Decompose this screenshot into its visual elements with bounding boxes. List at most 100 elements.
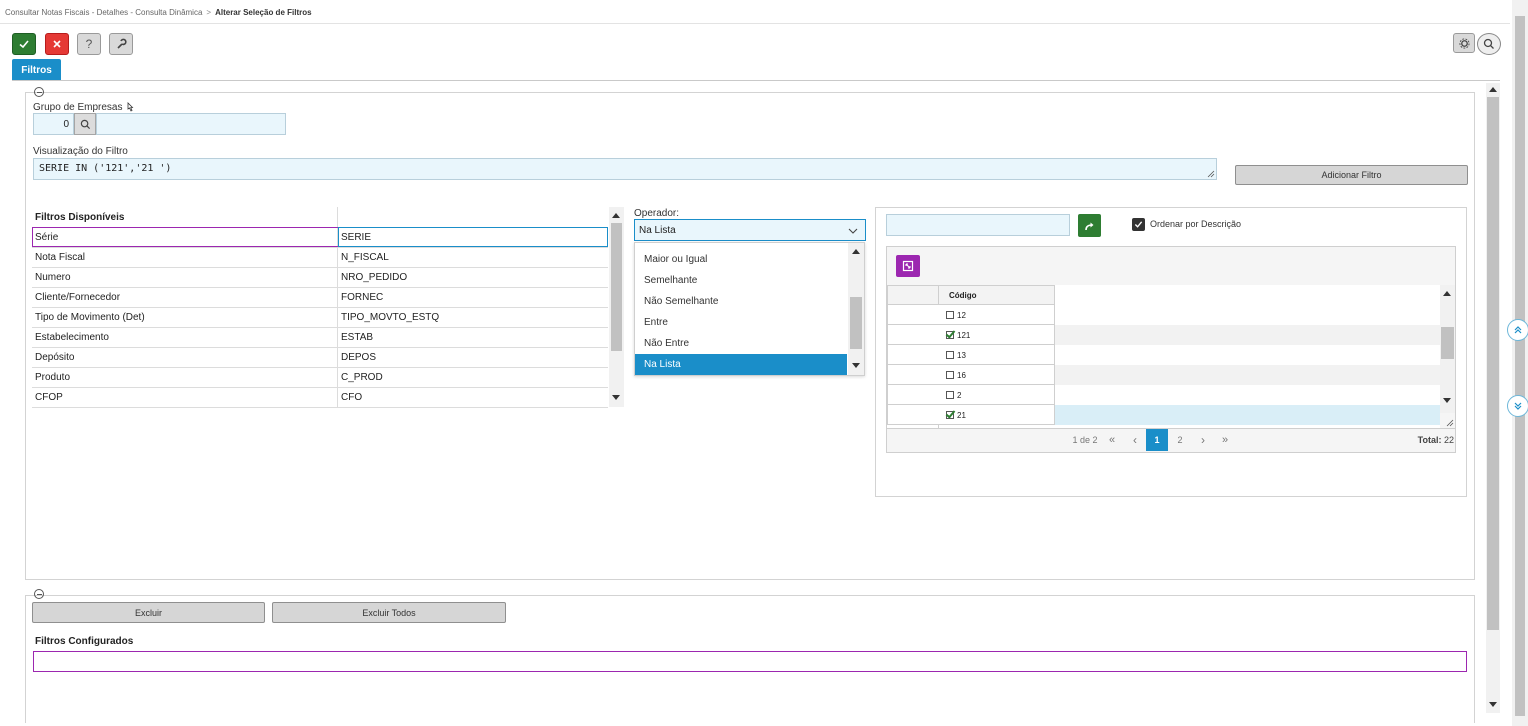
collapse-icon[interactable] (34, 87, 44, 97)
operador-option[interactable]: Entre (635, 312, 847, 333)
row-checkbox[interactable] (946, 311, 954, 319)
tab-filtros[interactable]: Filtros (12, 59, 61, 81)
tab-filtros-label: Filtros (21, 64, 52, 76)
filtro-field-cell: TIPO_MOVTO_ESTQ (341, 311, 440, 323)
filtro-field-cell: C_PROD (341, 371, 383, 383)
codigo-column-header[interactable]: Código (946, 285, 977, 305)
close-icon (53, 40, 61, 48)
scroll-thumb[interactable] (1487, 97, 1499, 630)
operador-selected-value: Na Lista (639, 224, 676, 236)
confirm-button[interactable] (12, 33, 36, 55)
pager-last-button[interactable]: » (1215, 429, 1235, 451)
ordenar-checkbox[interactable] (1132, 218, 1145, 231)
cancel-button[interactable] (45, 33, 69, 55)
collapse-icon[interactable] (34, 589, 44, 599)
scroll-to-bottom-button[interactable] (1507, 395, 1528, 417)
scroll-down-icon[interactable] (1443, 398, 1451, 403)
help-button[interactable]: ? (77, 33, 101, 55)
filtros-configurados-row[interactable] (33, 651, 1467, 672)
operador-dropdown-scrollbar[interactable] (848, 243, 864, 375)
scroll-up-icon[interactable] (1489, 87, 1497, 92)
double-chevron-down-icon (1514, 402, 1522, 410)
row-checkbox[interactable] (946, 331, 954, 339)
valores-scrollbar[interactable] (1440, 285, 1455, 413)
scroll-thumb[interactable] (611, 223, 622, 351)
pager-next-button[interactable]: › (1193, 429, 1213, 451)
resize-handle-icon[interactable] (1446, 419, 1454, 427)
row-checkbox[interactable] (946, 371, 954, 379)
grupo-empresas-description-input[interactable] (96, 113, 286, 135)
table-row-background (1055, 345, 1440, 365)
codigo-value: 121 (957, 330, 971, 340)
codigo-value: 13 (957, 350, 966, 360)
window-scroll-thumb[interactable] (1515, 16, 1525, 716)
operador-label: Operador: (634, 208, 680, 219)
valores-search-input[interactable] (886, 214, 1070, 236)
pager-first-button[interactable]: « (1102, 429, 1122, 451)
grupo-empresas-code-input[interactable]: 0 (33, 113, 74, 135)
tools-button[interactable] (109, 33, 133, 55)
operador-option[interactable]: Não Entre (635, 333, 847, 354)
scroll-up-icon[interactable] (612, 213, 620, 218)
filtro-field-cell: SERIE (341, 231, 372, 243)
excluir-button[interactable]: Excluir (32, 602, 265, 623)
codigo-cell: 13 (943, 345, 966, 365)
pager-page-1[interactable]: 1 (1146, 429, 1168, 451)
breadcrumb-separator: > (206, 8, 212, 17)
table-row[interactable] (887, 305, 1055, 325)
excluir-todos-button[interactable]: Excluir Todos (272, 602, 506, 623)
adicionar-filtro-button[interactable]: Adicionar Filtro (1235, 165, 1468, 185)
filtro-label-cell: Nota Fiscal (35, 251, 86, 263)
operador-option[interactable]: Semelhante (635, 270, 847, 291)
pager-page-2[interactable]: 2 (1170, 429, 1190, 451)
row-checkbox[interactable] (946, 391, 954, 399)
breadcrumb-current: Alterar Seleção de Filtros (215, 8, 312, 17)
filtro-label-cell: Depósito (35, 351, 75, 363)
filtro-label-cell: Estabelecimento (35, 331, 109, 343)
row-checkbox[interactable] (946, 411, 954, 419)
scroll-down-icon[interactable] (852, 363, 860, 368)
grupo-empresas-search-button[interactable] (74, 113, 96, 135)
expand-button[interactable] (896, 255, 920, 277)
table-row-background (1055, 385, 1440, 405)
table-row-background (1055, 365, 1440, 385)
table-row[interactable] (887, 365, 1055, 385)
scroll-up-icon[interactable] (852, 249, 860, 254)
window-scrollbar[interactable] (1512, 0, 1528, 726)
breadcrumb-item-consultar[interactable]: Consultar Notas Fiscais - Detalhes - Con… (5, 8, 202, 17)
search-button[interactable] (1477, 33, 1501, 55)
scroll-up-icon[interactable] (1443, 291, 1451, 296)
codigo-cell: 16 (943, 365, 966, 385)
filtros-disponiveis-scrollbar[interactable] (609, 207, 624, 407)
scroll-down-icon[interactable] (612, 395, 620, 400)
table-row[interactable] (887, 345, 1055, 365)
operador-option[interactable]: Não Semelhante (635, 291, 847, 312)
table-row[interactable] (887, 325, 1055, 345)
check-icon (19, 40, 29, 49)
scroll-down-icon[interactable] (1489, 702, 1497, 707)
codigo-cell: 2 (943, 385, 961, 405)
filtros-disponiveis-header: Filtros Disponíveis (35, 212, 125, 223)
redo-arrow-icon (1084, 222, 1093, 230)
resize-handle-icon[interactable] (1207, 170, 1215, 178)
table-row[interactable] (887, 405, 1055, 425)
filtro-label-cell: Tipo de Movimento (Det) (35, 311, 145, 323)
pager-total-label: Total: (1417, 435, 1442, 445)
table-row[interactable] (887, 385, 1055, 405)
operador-option[interactable]: Na Lista (635, 354, 847, 375)
scroll-thumb[interactable] (850, 297, 862, 349)
visualizacao-textarea[interactable]: SERIE IN ('121','21 ') (33, 158, 1217, 180)
operador-option[interactable]: Maior ou Igual (635, 249, 847, 270)
page-inner-scrollbar[interactable] (1486, 83, 1500, 713)
filtro-label-cell: Numero (35, 271, 71, 283)
apply-search-button[interactable] (1078, 214, 1101, 237)
codigo-value: 2 (957, 390, 962, 400)
scroll-to-top-button[interactable] (1507, 319, 1528, 341)
pager-total-value: 22 (1443, 435, 1454, 445)
settings-button[interactable] (1453, 33, 1475, 53)
row-checkbox[interactable] (946, 351, 954, 359)
pager-prev-button[interactable]: ‹ (1125, 429, 1145, 451)
scroll-thumb[interactable] (1441, 327, 1454, 359)
grupo-empresas-label: Grupo de Empresas (33, 102, 135, 113)
operador-select[interactable]: Na Lista (634, 219, 866, 241)
